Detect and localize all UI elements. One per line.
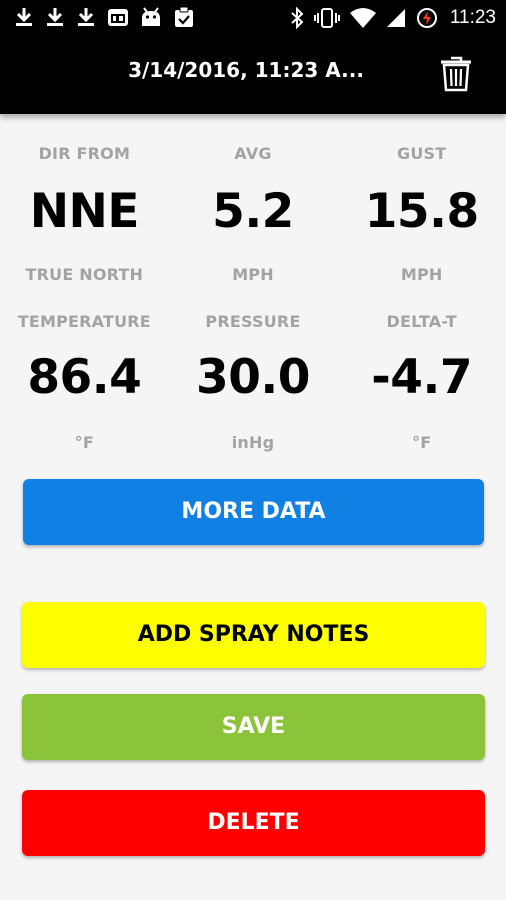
pressure-value: 30.0 [196,350,310,405]
gust-value: 15.8 [364,184,479,239]
conditions-units-row: °F inHg °F [0,433,506,452]
delta-t-unit: °F [412,433,432,452]
wind-units-row: TRUE NORTH MPH MPH [0,265,506,284]
delta-t-value: -4.7 [371,350,473,405]
save-button[interactable]: SAVE [22,694,485,760]
system-icons: 11:23 [290,7,496,29]
pressure-label: PRESSURE [205,312,301,331]
vibrate-icon [313,8,340,28]
temperature-value: 86.4 [27,350,142,405]
conditions-labels-row: TEMPERATURE PRESSURE DELTA-T [0,312,506,331]
notification-icons [14,6,195,28]
battery-charging-icon [416,8,437,28]
dir-from-label: DIR FROM [38,144,131,163]
avg-value: 5.2 [212,184,294,239]
wind-labels-row: DIR FROM AVG GUST [0,144,506,163]
clock: 11:23 [449,7,496,28]
dir-from-unit: TRUE NORTH [25,265,144,284]
gust-label: GUST [396,144,447,163]
trash-icon[interactable] [440,55,472,93]
wind-values-row: NNE 5.2 15.8 [0,184,506,239]
avg-label: AVG [234,144,272,163]
signal-icon [386,9,405,27]
temperature-label: TEMPERATURE [17,312,151,331]
temperature-unit: °F [74,433,94,452]
delta-t-label: DELTA-T [386,312,457,331]
calendar-icon [108,9,128,26]
pressure-unit: inHg [231,433,275,452]
wifi-icon [349,8,376,28]
android-icon [142,7,160,26]
status-bar: 11:23 [0,0,506,36]
download-icon [16,8,32,26]
download-icon [78,8,94,26]
avg-unit: MPH [232,265,274,284]
download-icon [47,8,63,26]
conditions-values-row: 86.4 30.0 -4.7 [0,350,506,405]
clipboard-icon [175,6,193,27]
page-title: 3/14/2016, 11:23 A... [128,58,364,82]
delete-button[interactable]: DELETE [22,790,485,856]
dir-from-value: NNE [29,184,140,239]
gust-unit: MPH [400,265,443,284]
bluetooth-icon [291,7,304,29]
app-toolbar: 3/14/2016, 11:23 A... [0,36,506,114]
add-spray-notes-button[interactable]: ADD SPRAY NOTES [22,602,485,668]
more-data-button[interactable]: MORE DATA [23,479,484,545]
